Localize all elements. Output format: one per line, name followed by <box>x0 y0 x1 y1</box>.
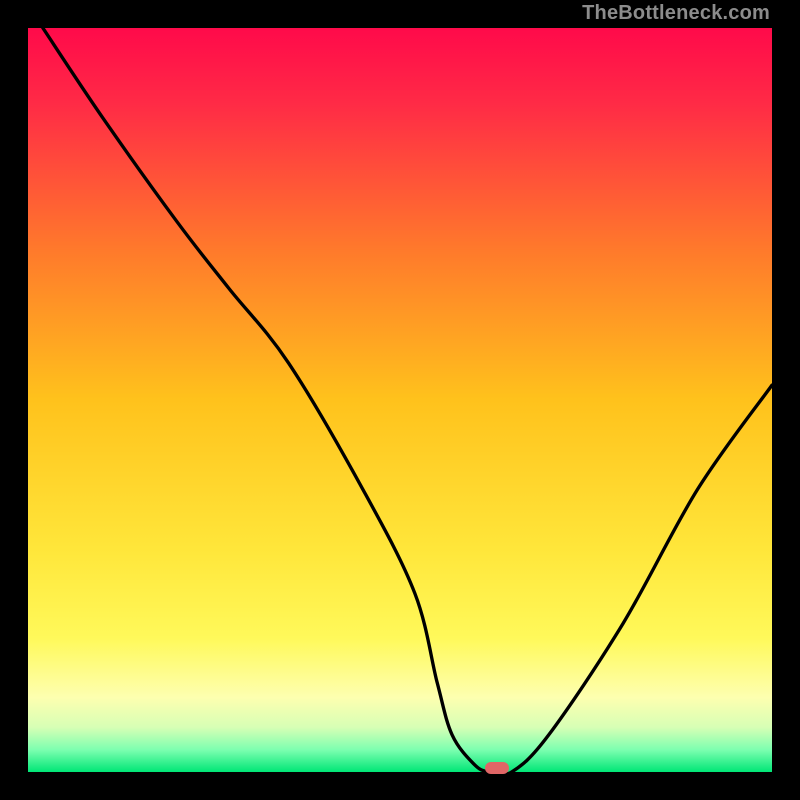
watermark-text: TheBottleneck.com <box>582 2 770 25</box>
optimal-marker <box>485 762 509 774</box>
bottleneck-curve <box>28 28 772 772</box>
chart-frame: TheBottleneck.com <box>0 0 800 800</box>
plot-area <box>28 28 772 772</box>
